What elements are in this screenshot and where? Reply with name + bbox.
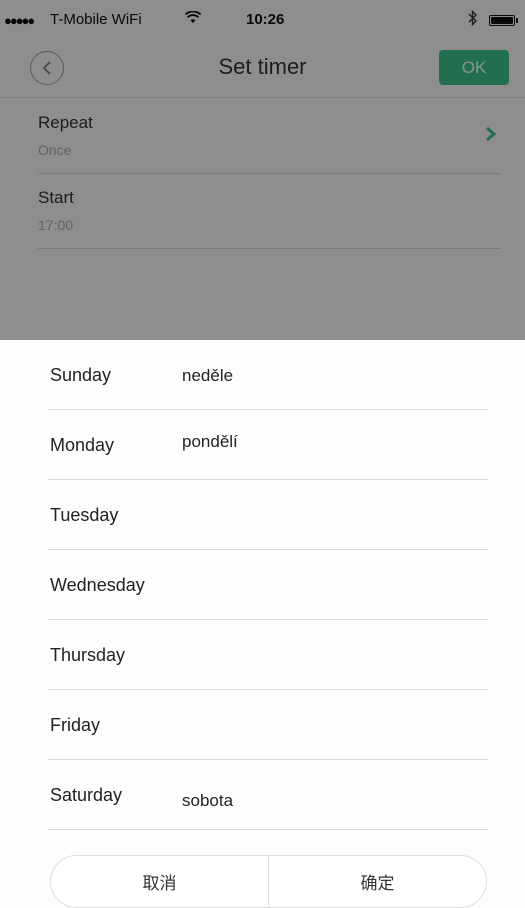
- day-list: Sunday neděle Monday pondělí Tuesday Wed…: [48, 340, 488, 830]
- cancel-button[interactable]: 取消: [51, 856, 268, 907]
- day-translation: sobota: [182, 791, 234, 810]
- day-option-sunday[interactable]: Sunday neděle: [48, 340, 488, 410]
- day-label: Friday: [50, 715, 101, 735]
- confirm-button[interactable]: 确定: [269, 856, 486, 907]
- day-option-monday[interactable]: Monday pondělí: [48, 410, 488, 480]
- day-translation: pondělí: [182, 432, 238, 451]
- day-option-tuesday[interactable]: Tuesday: [48, 480, 488, 550]
- repeat-day-picker-sheet: Sunday neděle Monday pondělí Tuesday Wed…: [0, 340, 525, 908]
- day-option-thursday[interactable]: Thursday: [48, 620, 488, 690]
- day-label: Sunday: [50, 365, 112, 385]
- sheet-action-bar: 取消 确定: [50, 855, 487, 908]
- day-label: Saturday: [50, 785, 123, 805]
- day-translation: neděle: [182, 366, 234, 385]
- modal-overlay[interactable]: [0, 0, 525, 340]
- timer-settings-screen: ●●●●● T-Mobile WiFi 10:26 Set timer OK R…: [0, 0, 525, 340]
- day-label: Monday: [50, 435, 115, 455]
- day-label: Tuesday: [50, 505, 119, 525]
- day-option-saturday[interactable]: Saturday sobota: [48, 760, 488, 830]
- screen: ●●●●● T-Mobile WiFi 10:26 Set timer OK R…: [0, 0, 525, 908]
- day-option-wednesday[interactable]: Wednesday: [48, 550, 488, 620]
- day-label: Thursday: [50, 645, 126, 665]
- day-label: Wednesday: [50, 575, 145, 595]
- day-option-friday[interactable]: Friday: [48, 690, 488, 760]
